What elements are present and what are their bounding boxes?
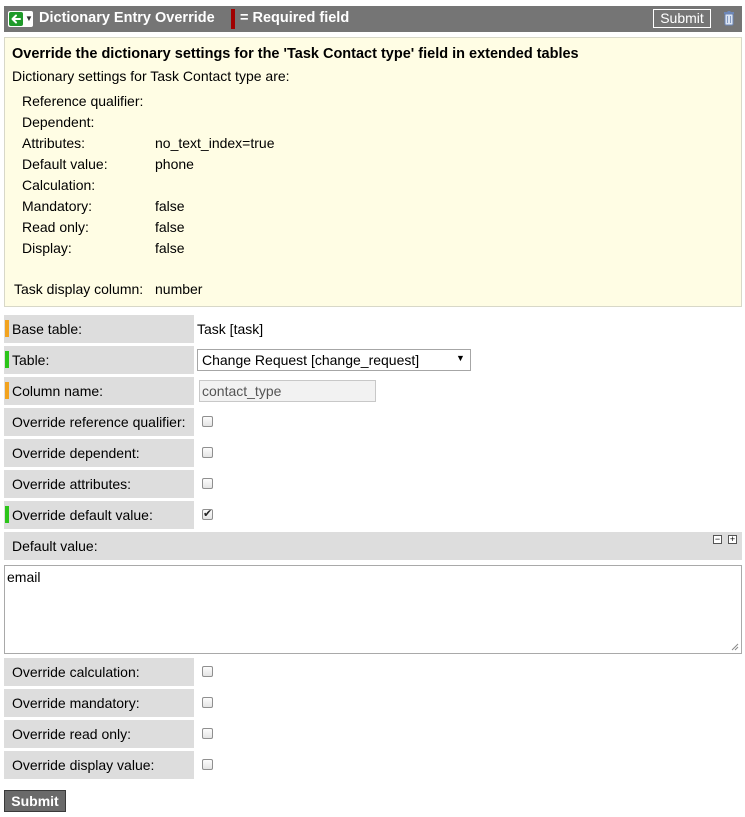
override-default-value-label: Override default value: — [12, 507, 153, 523]
setting-value: false — [155, 240, 185, 256]
override-read-only-label: Override read only: — [12, 726, 132, 742]
submit-button[interactable]: Submit — [4, 790, 66, 812]
override-read-only-checkbox[interactable] — [202, 728, 213, 739]
task-display-column-value: number — [155, 281, 203, 297]
override-reference-qualifier-label-cell: Override reference qualifier: — [4, 408, 194, 436]
checkmark-icon: ✔ — [203, 508, 213, 520]
info-subtitle: Dictionary settings for Task Contact typ… — [12, 68, 290, 84]
column-name-input[interactable] — [199, 380, 376, 402]
setting-label: Display: — [22, 240, 72, 256]
setting-label: Reference qualifier: — [22, 93, 144, 109]
form-header: ▼ Dictionary Entry Override = Required f… — [4, 6, 742, 32]
override-mandatory-checkbox[interactable] — [202, 697, 213, 708]
override-calculation-label-cell: Override calculation: — [4, 658, 194, 686]
info-title: Override the dictionary settings for the… — [12, 46, 579, 62]
setting-label: Default value: — [22, 156, 108, 172]
resize-grip-icon[interactable] — [729, 641, 739, 651]
setting-value: false — [155, 219, 185, 235]
back-arrow-icon — [9, 12, 23, 26]
setting-label: Dependent: — [22, 114, 95, 130]
base-table-label-cell: Base table: — [4, 315, 194, 343]
override-default-value-label-cell: Override default value: — [4, 501, 194, 529]
override-calculation-label: Override calculation: — [12, 664, 140, 680]
table-label-cell: Table: — [4, 346, 194, 374]
setting-value: phone — [155, 156, 194, 172]
column-name-label: Column name: — [12, 383, 104, 399]
override-display-value-label-cell: Override display value: — [4, 751, 194, 779]
override-attributes-label-cell: Override attributes: — [4, 470, 194, 498]
override-attributes-checkbox[interactable] — [202, 478, 213, 489]
header-submit-button[interactable]: Submit — [653, 9, 711, 28]
required-field-marker — [231, 9, 235, 29]
base-table-value: Task [task] — [197, 321, 264, 337]
override-calculation-checkbox[interactable] — [202, 666, 213, 677]
setting-label: Mandatory: — [22, 198, 93, 214]
required-field-legend: = Required field — [240, 10, 350, 26]
column-name-label-cell: Column name: — [4, 377, 194, 405]
base-table-label: Base table: — [12, 321, 83, 337]
setting-label: Attributes: — [22, 135, 86, 151]
override-dependent-label-cell: Override dependent: — [4, 439, 194, 467]
setting-label: Calculation: — [22, 177, 96, 193]
satisfied-marker — [5, 351, 9, 368]
table-select-value: Change Request [change_request] — [202, 352, 420, 368]
table-select[interactable]: Change Request [change_request] ▼ — [197, 349, 471, 371]
back-button[interactable]: ▼ — [8, 11, 33, 27]
task-display-column-label: Task display column: — [14, 281, 144, 297]
default-value-header: Default value: − + — [4, 532, 742, 560]
expand-icon[interactable]: + — [728, 535, 737, 544]
override-display-value-label: Override display value: — [12, 757, 155, 773]
override-reference-qualifier-checkbox[interactable] — [202, 416, 213, 427]
override-mandatory-label: Override mandatory: — [12, 695, 140, 711]
override-mandatory-label-cell: Override mandatory: — [4, 689, 194, 717]
mandatory-marker — [5, 382, 9, 399]
override-default-value-checkbox[interactable]: ✔ — [202, 508, 213, 520]
override-reference-qualifier-label: Override reference qualifier: — [12, 414, 186, 430]
trash-icon[interactable] — [724, 11, 734, 26]
default-value-label: Default value: — [12, 538, 98, 554]
form-title: Dictionary Entry Override — [39, 10, 215, 26]
chevron-down-icon: ▼ — [456, 353, 465, 363]
override-read-only-label-cell: Override read only: — [4, 720, 194, 748]
setting-label: Read only: — [22, 219, 89, 235]
setting-value: false — [155, 198, 185, 214]
override-dependent-checkbox[interactable] — [202, 447, 213, 458]
mandatory-marker — [5, 320, 9, 337]
table-label: Table: — [12, 352, 50, 368]
default-value-textarea[interactable]: email — [4, 565, 742, 654]
satisfied-marker — [5, 506, 9, 523]
chevron-down-icon: ▼ — [25, 14, 33, 23]
override-attributes-label: Override attributes: — [12, 476, 132, 492]
setting-value: no_text_index=true — [155, 135, 275, 151]
override-display-value-checkbox[interactable] — [202, 759, 213, 770]
dictionary-settings-info: Override the dictionary settings for the… — [4, 37, 742, 307]
override-dependent-label: Override dependent: — [12, 445, 140, 461]
collapse-icon[interactable]: − — [713, 535, 722, 544]
